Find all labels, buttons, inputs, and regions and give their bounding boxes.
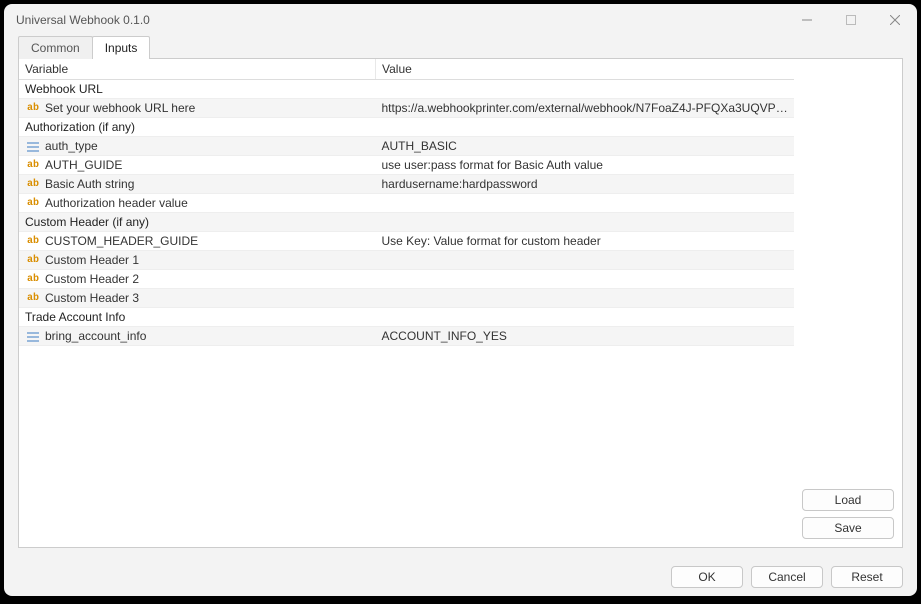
- group-authorization: Authorization (if any): [19, 118, 794, 137]
- string-icon: ab: [27, 236, 41, 247]
- string-icon: ab: [27, 198, 41, 209]
- dialog-window: Universal Webhook 0.1.0 Common Inputs Va…: [4, 4, 917, 596]
- param-custom2-value[interactable]: [376, 270, 795, 289]
- titlebar: Universal Webhook 0.1.0: [4, 4, 917, 36]
- param-custom3-value[interactable]: [376, 289, 795, 308]
- param-custom2-label[interactable]: abCustom Header 2: [19, 270, 376, 289]
- param-set-webhook-value[interactable]: https://a.webhookprinter.com/external/we…: [376, 99, 795, 118]
- column-header-variable[interactable]: Variable: [19, 59, 376, 80]
- param-custom1-label[interactable]: abCustom Header 1: [19, 251, 376, 270]
- param-bring-account-label[interactable]: bring_account_info: [19, 327, 376, 346]
- tab-common[interactable]: Common: [18, 36, 93, 59]
- enum-icon: [27, 332, 41, 342]
- string-icon: ab: [27, 255, 41, 266]
- param-basic-auth-value[interactable]: hardusername:hardpassword: [376, 175, 795, 194]
- string-icon: ab: [27, 179, 41, 190]
- column-header-value[interactable]: Value: [376, 59, 795, 80]
- close-button[interactable]: [873, 4, 917, 36]
- group-trade-account: Trade Account Info: [19, 308, 794, 327]
- param-set-webhook-label[interactable]: abSet your webhook URL here: [19, 99, 376, 118]
- string-icon: ab: [27, 293, 41, 304]
- param-auth-header-label[interactable]: abAuthorization header value: [19, 194, 376, 213]
- group-custom-header: Custom Header (if any): [19, 213, 794, 232]
- reset-button[interactable]: Reset: [831, 566, 903, 588]
- inputs-panel: Variable Value Webhook URL abSet your we…: [18, 58, 903, 548]
- group-webhook-url: Webhook URL: [19, 80, 794, 99]
- param-bring-account-value[interactable]: ACCOUNT_INFO_YES: [376, 327, 795, 346]
- ok-button[interactable]: OK: [671, 566, 743, 588]
- enum-icon: [27, 142, 41, 152]
- parameters-grid: Variable Value Webhook URL abSet your we…: [19, 59, 794, 547]
- param-custom-guide-value[interactable]: Use Key: Value format for custom header: [376, 232, 795, 251]
- param-auth-guide-label[interactable]: abAUTH_GUIDE: [19, 156, 376, 175]
- dialog-footer: OK Cancel Reset: [4, 558, 917, 596]
- side-button-column: Load Save: [794, 59, 902, 547]
- string-icon: ab: [27, 103, 41, 114]
- save-button[interactable]: Save: [802, 517, 894, 539]
- param-custom-guide-label[interactable]: abCUSTOM_HEADER_GUIDE: [19, 232, 376, 251]
- window-title: Universal Webhook 0.1.0: [16, 13, 150, 27]
- param-auth-type-label[interactable]: auth_type: [19, 137, 376, 156]
- content-area: Common Inputs Variable Value Webhook URL: [4, 36, 917, 558]
- tab-inputs[interactable]: Inputs: [92, 36, 151, 59]
- maximize-button[interactable]: [829, 4, 873, 36]
- param-basic-auth-label[interactable]: abBasic Auth string: [19, 175, 376, 194]
- cancel-button[interactable]: Cancel: [751, 566, 823, 588]
- param-auth-guide-value[interactable]: use user:pass format for Basic Auth valu…: [376, 156, 795, 175]
- minimize-button[interactable]: [785, 4, 829, 36]
- param-auth-type-value[interactable]: AUTH_BASIC: [376, 137, 795, 156]
- param-custom3-label[interactable]: abCustom Header 3: [19, 289, 376, 308]
- param-custom1-value[interactable]: [376, 251, 795, 270]
- param-auth-header-value[interactable]: [376, 194, 795, 213]
- string-icon: ab: [27, 160, 41, 171]
- string-icon: ab: [27, 274, 41, 285]
- tab-bar: Common Inputs: [18, 36, 903, 59]
- load-button[interactable]: Load: [802, 489, 894, 511]
